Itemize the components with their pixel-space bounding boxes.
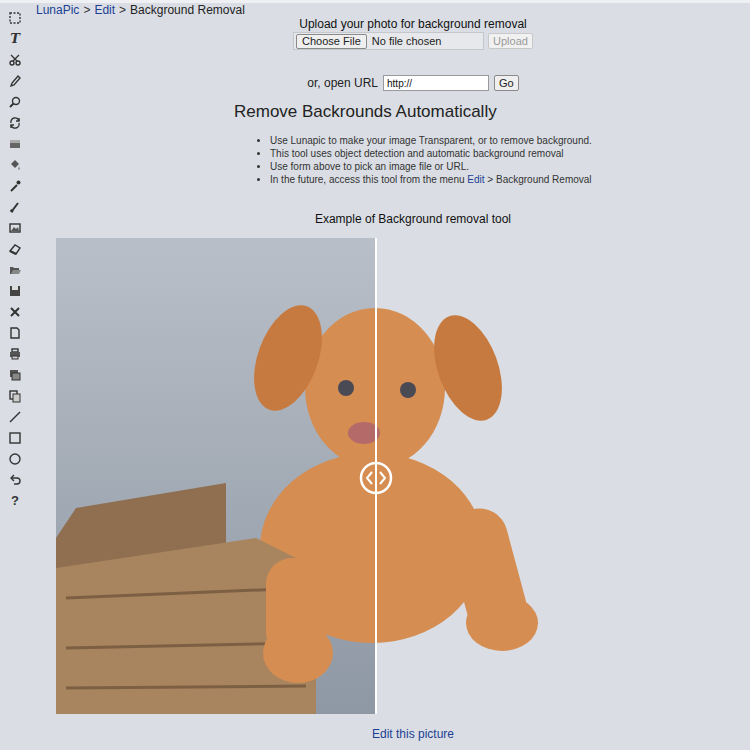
url-input[interactable]: [383, 75, 489, 91]
rotate-icon[interactable]: [5, 112, 25, 133]
url-label: or, open URL: [307, 75, 378, 91]
page-icon[interactable]: [5, 322, 25, 343]
close-icon[interactable]: [5, 301, 25, 322]
copy-icon[interactable]: [5, 385, 25, 406]
breadcrumb: LunaPic > Edit > Background Removal: [30, 3, 750, 17]
breadcrumb-separator: >: [83, 3, 90, 17]
eraser-icon[interactable]: [5, 238, 25, 259]
pencil-icon[interactable]: [5, 70, 25, 91]
breadcrumb-link[interactable]: Edit: [94, 3, 115, 17]
paint-bucket-icon[interactable]: [5, 154, 25, 175]
magnifier-icon[interactable]: [5, 91, 25, 112]
image-icon[interactable]: [5, 217, 25, 238]
info-item: This tool uses object detection and auto…: [270, 147, 592, 160]
breadcrumb-current: Background Removal: [130, 3, 245, 17]
tool-sidebar: T?: [0, 3, 30, 750]
edit-picture-link[interactable]: Edit this picture: [372, 727, 454, 741]
page-heading: Remove Backrounds Automatically: [56, 102, 497, 122]
text-tool-icon[interactable]: T: [5, 28, 25, 49]
info-text: > Background Removal: [485, 174, 592, 185]
info-item: Use form above to pick an image file or …: [270, 160, 592, 173]
upload-form: Choose File No file chosen Upload: [293, 32, 533, 50]
square-icon[interactable]: [5, 427, 25, 448]
eyedropper-icon[interactable]: [5, 175, 25, 196]
breadcrumb-separator: >: [119, 3, 126, 17]
example-image[interactable]: [56, 238, 696, 714]
gradient-icon[interactable]: [5, 133, 25, 154]
save-icon[interactable]: [5, 280, 25, 301]
info-item: Use Lunapic to make your image Transpare…: [270, 134, 592, 147]
brush-icon[interactable]: [5, 196, 25, 217]
url-form: or, open URL Go: [307, 75, 518, 91]
info-text: Use Lunapic to make your image Transpare…: [270, 135, 592, 146]
file-status: No file chosen: [372, 35, 442, 48]
file-input[interactable]: Choose File No file chosen: [293, 32, 484, 50]
folder-icon[interactable]: [5, 259, 25, 280]
line-icon[interactable]: [5, 406, 25, 427]
undo-icon[interactable]: [5, 469, 25, 490]
info-text: Use form above to pick an image file or …: [270, 161, 469, 172]
choose-file-button[interactable]: Choose File: [296, 34, 367, 49]
go-button[interactable]: Go: [494, 75, 519, 91]
circle-icon[interactable]: [5, 448, 25, 469]
info-list: Use Lunapic to make your image Transpare…: [270, 134, 592, 186]
info-text: This tool uses object detection and auto…: [270, 148, 564, 159]
upload-button[interactable]: Upload: [488, 33, 533, 49]
breadcrumb-link[interactable]: LunaPic: [36, 3, 79, 17]
scissors-icon[interactable]: [5, 49, 25, 70]
layers-icon[interactable]: [5, 364, 25, 385]
printer-icon[interactable]: [5, 343, 25, 364]
main-panel: Upload your photo for background removal…: [56, 17, 750, 741]
upload-title: Upload your photo for background removal: [299, 17, 526, 31]
help-icon[interactable]: ?: [5, 490, 25, 511]
select-icon[interactable]: [5, 7, 25, 28]
content: LunaPic>Edit>Background RemovalUpload yo…: [30, 3, 750, 750]
info-text: In the future, access this tool from the…: [270, 174, 467, 185]
menu-link[interactable]: Edit: [467, 174, 484, 185]
info-item: In the future, access this tool from the…: [270, 173, 592, 186]
example-title: Example of Background removal tool: [315, 212, 511, 226]
